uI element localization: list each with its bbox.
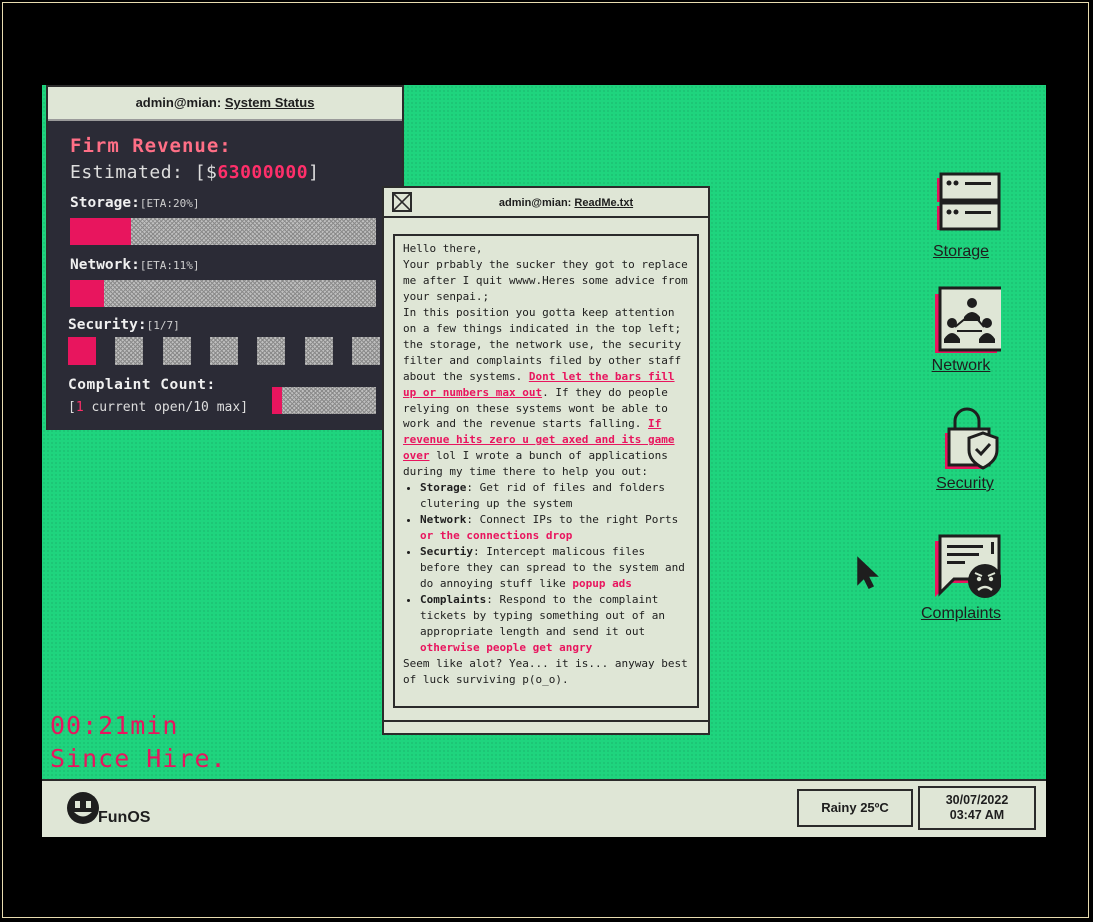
complaint-bar-fill	[272, 387, 283, 414]
desktop-icon-label: Storage	[932, 243, 990, 260]
complaint-count-value: [1 current open/10 max]	[68, 400, 248, 415]
close-icon	[394, 194, 410, 210]
server-icon	[921, 171, 1001, 239]
complaint-bar	[272, 387, 376, 414]
network-icon	[921, 285, 1001, 353]
status-title-prefix: admin@mian:	[135, 95, 222, 110]
complaint-count-label: Complaint Count:	[68, 377, 216, 393]
taskbar: FunOS Rainy 25ºC 30/07/2022 03:47 AM	[42, 779, 1046, 837]
mouse-cursor-icon	[856, 556, 882, 594]
network-meter-label: Network:[ETA:11%]	[70, 257, 199, 273]
storage-meter-label: Storage:[ETA:20%]	[70, 195, 199, 211]
security-block	[351, 337, 380, 365]
readme-window-title: admin@mian: ReadMe.txt	[424, 188, 708, 218]
security-block	[209, 337, 238, 365]
list-item: Network: Connect IPs to the right Ports …	[420, 512, 689, 544]
app-warning: otherwise people get angry	[420, 640, 593, 654]
storage-label: Storage:	[70, 195, 140, 211]
estimated-revenue: Estimated: [$63000000]	[70, 162, 319, 183]
firm-revenue-label: Firm Revenue:	[70, 135, 232, 157]
desktop-icon-storage[interactable]: Storage	[906, 171, 1016, 261]
timer-caption: Since Hire.	[50, 744, 227, 773]
desktop-icon-label: Security	[936, 475, 994, 492]
security-block	[115, 337, 144, 365]
network-eta: [ETA:11%]	[139, 259, 200, 272]
list-item: Securtiy: Intercept malicous files befor…	[420, 544, 689, 592]
estimated-prefix: Estimated: [$	[70, 162, 218, 183]
clock-time: 03:47 AM	[949, 808, 1005, 822]
readme-greeting: Hello there,	[403, 242, 483, 255]
system-status-window: admin@mian: System Status Firm Revenue: …	[46, 85, 404, 430]
readme-footer	[384, 720, 708, 733]
app-name: Network	[420, 513, 467, 527]
network-label: Network:	[70, 257, 140, 273]
storage-bar	[70, 218, 376, 245]
desktop-icon-label: Complaints	[920, 605, 1002, 622]
readme-intro: Your prbably the sucker they got to repl…	[403, 257, 688, 303]
weather-widget: Rainy 25ºC	[797, 789, 913, 827]
clock-date: 30/07/2022	[945, 793, 1009, 807]
estimated-value: 63000000	[217, 162, 309, 183]
readme-closing: Seem like alot? Yea... it is... anyway b…	[403, 656, 688, 686]
app-desc: : Connect IPs to the right Ports	[466, 513, 679, 527]
status-panel: Firm Revenue: Estimated: [$63000000] Sto…	[48, 119, 402, 430]
readme-window: admin@mian: ReadMe.txt Hello there, Your…	[382, 186, 710, 735]
app-name: Storage	[420, 481, 467, 495]
security-block	[162, 337, 191, 365]
readme-titlebar[interactable]: admin@mian: ReadMe.txt	[384, 188, 708, 218]
complaint-open-prefix: [	[68, 400, 76, 415]
security-block	[304, 337, 333, 365]
security-block	[257, 337, 286, 365]
readme-mid2: lol I wrote a bunch of applications duri…	[403, 449, 668, 479]
timer-value: 00:21min	[50, 711, 179, 740]
readme-text[interactable]: Hello there, Your prbably the sucker the…	[393, 234, 699, 708]
angry-chat-icon	[921, 533, 1001, 601]
readme-paragraph: In this position you gotta keep attentio…	[403, 305, 689, 480]
readme-title-prefix: admin@mian:	[498, 197, 572, 209]
app-name: Complaints	[420, 592, 487, 606]
desktop-icon-complaints[interactable]: Complaints	[906, 533, 1016, 623]
desktop-icon-network[interactable]: Network	[906, 285, 1016, 375]
list-item: Storage: Get rid of files and folders cl…	[420, 480, 689, 512]
app-warning: or the connections drop	[420, 529, 573, 543]
status-window-title: admin@mian: System Status	[48, 87, 402, 117]
network-bar	[70, 280, 376, 307]
security-meter-label: Security:[1/7]	[68, 317, 180, 333]
desktop: admin@mian: System Status Firm Revenue: …	[42, 85, 1046, 837]
complaint-open-suffix: current open/10 max]	[83, 400, 249, 415]
desktop-icon-label: Network	[931, 357, 991, 374]
readme-title-file: ReadMe.txt	[574, 197, 634, 209]
clock-widget: 30/07/2022 03:47 AM	[918, 786, 1036, 830]
funos-logo-icon[interactable]	[66, 791, 102, 827]
storage-eta: [ETA:20%]	[139, 197, 200, 210]
hire-timer: 00:21min Since Hire.	[50, 709, 227, 775]
network-bar-fill	[70, 280, 104, 307]
security-eta: [1/7]	[146, 319, 180, 332]
app-warning: popup ads	[572, 577, 632, 591]
readme-app-list: Storage: Get rid of files and folders cl…	[403, 480, 689, 655]
storage-bar-fill	[70, 218, 132, 245]
status-title-file: System Status	[224, 95, 315, 110]
complaint-open-count: 1	[75, 400, 84, 415]
security-label: Security:	[68, 317, 147, 333]
estimated-suffix: ]	[308, 162, 320, 183]
security-block	[68, 337, 96, 365]
lock-shield-icon	[925, 403, 1005, 471]
os-name: FunOS	[98, 809, 151, 826]
app-name: Securtiy	[420, 545, 473, 559]
desktop-icon-security[interactable]: Security	[910, 403, 1020, 493]
security-blocks	[68, 337, 380, 365]
list-item: Complaints: Respond to the complaint tic…	[420, 592, 689, 656]
close-button[interactable]	[392, 192, 412, 212]
